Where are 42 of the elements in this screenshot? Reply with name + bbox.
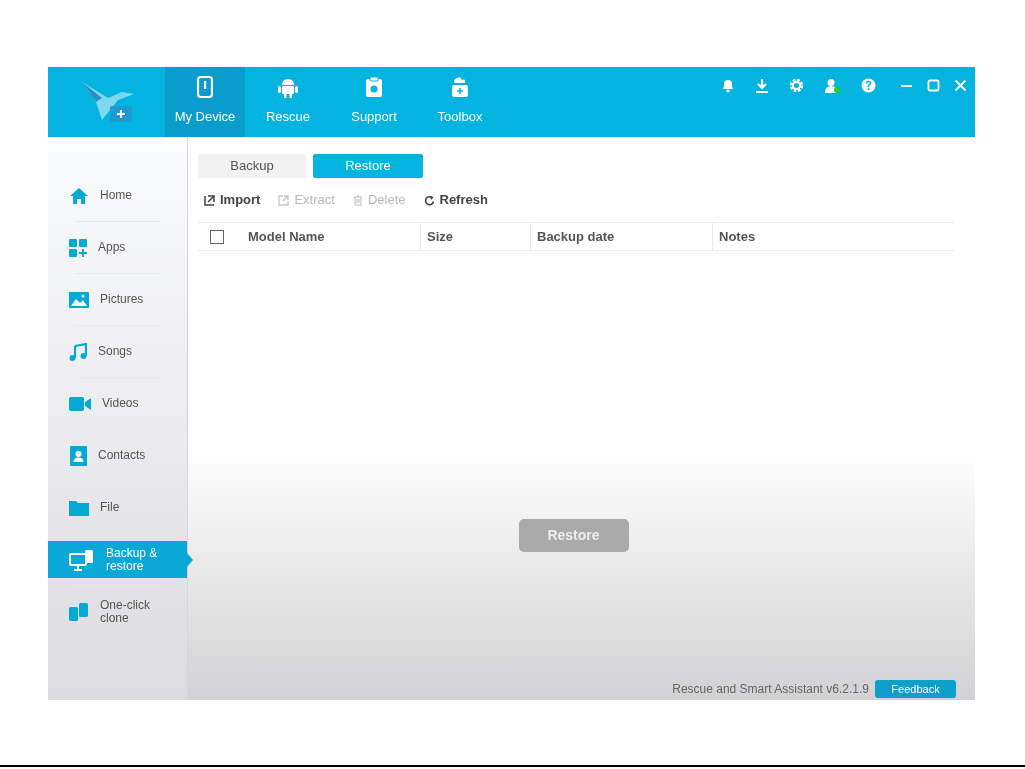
- user-online-icon[interactable]: [824, 78, 841, 94]
- apps-grid-icon: [69, 238, 87, 257]
- toolbar-button[interactable]: Refresh: [423, 190, 488, 210]
- help-icon[interactable]: [861, 78, 876, 93]
- bell-icon[interactable]: [721, 78, 735, 93]
- contact-card-icon: [69, 445, 87, 466]
- sidebar-item[interactable]: Home: [48, 177, 187, 214]
- column-header: Model Name: [248, 227, 325, 246]
- phone-icon: [197, 75, 213, 98]
- trash-icon: [352, 194, 363, 206]
- download-icon[interactable]: [755, 78, 769, 93]
- video-camera-icon: [69, 396, 91, 411]
- sub-tab[interactable]: Backup: [198, 154, 306, 178]
- select-all-checkbox[interactable]: [210, 229, 224, 244]
- import-icon: [204, 194, 215, 206]
- column-header: Notes: [719, 227, 756, 246]
- settings-icon[interactable]: [789, 78, 804, 93]
- sidebar-item[interactable]: Contacts: [48, 437, 187, 474]
- nav-tab[interactable]: My Device: [165, 67, 245, 137]
- two-phones-icon: [69, 601, 89, 622]
- music-note-icon: [69, 342, 87, 361]
- column-header: Backup date: [537, 227, 615, 246]
- toolbox-icon: [449, 75, 471, 98]
- column-header: Size: [427, 227, 453, 246]
- feedback-button[interactable]: Feedback: [875, 680, 956, 698]
- sidebar-item[interactable]: Songs: [48, 333, 187, 370]
- sidebar-item[interactable]: Apps: [48, 229, 187, 266]
- clipboard-icon: [365, 75, 383, 98]
- maximize-icon[interactable]: [927, 79, 940, 92]
- sidebar-item[interactable]: File: [48, 489, 187, 526]
- picture-icon: [69, 291, 89, 308]
- version-text: Rescue and Smart Assistant v6.2.1.9: [672, 681, 869, 698]
- sidebar-item[interactable]: One-click clone: [48, 593, 187, 630]
- export-icon: [278, 194, 290, 206]
- toolbar-button[interactable]: Import: [204, 190, 261, 210]
- sidebar-item[interactable]: Videos: [48, 385, 187, 422]
- close-icon[interactable]: [954, 79, 967, 92]
- refresh-icon: [423, 194, 435, 206]
- sidebar-item[interactable]: Pictures: [48, 281, 187, 318]
- house-icon: [69, 186, 89, 205]
- computer-phone-icon: [69, 548, 95, 571]
- folder-icon: [69, 499, 89, 516]
